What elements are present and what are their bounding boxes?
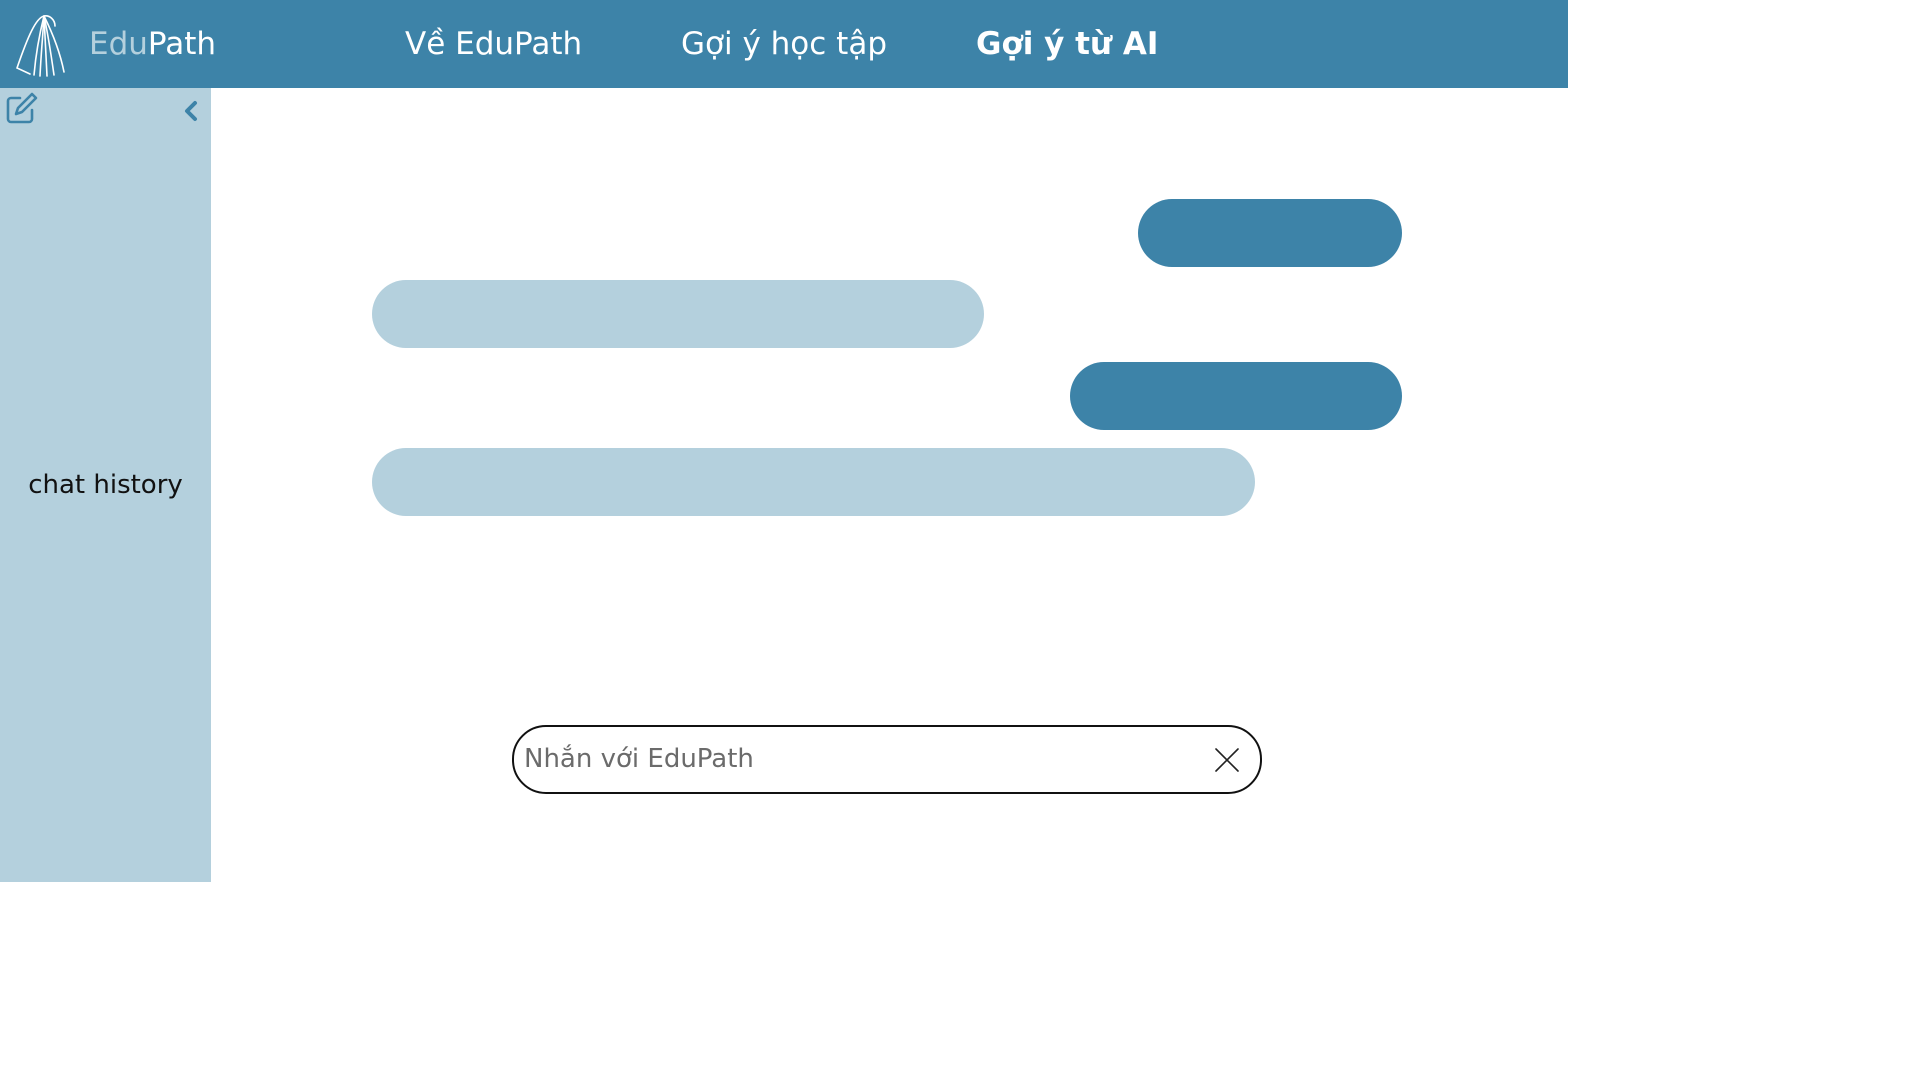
- user-message-bubble: [1138, 199, 1402, 267]
- user-message-bubble: [1070, 362, 1402, 430]
- top-nav-bar: EduPath Về EduPath Gợi ý học tập Gợi ý t…: [0, 0, 1568, 88]
- nav-goi-y-tu-ai[interactable]: Gợi ý từ AI: [976, 22, 1158, 66]
- message-composer: [512, 725, 1262, 794]
- chat-history-label[interactable]: chat history: [0, 468, 211, 502]
- nav-ve-edupath[interactable]: Về EduPath: [405, 22, 582, 66]
- edit-icon[interactable]: [4, 90, 40, 126]
- chat-sidebar: chat history: [0, 88, 211, 882]
- message-input[interactable]: [524, 735, 1194, 783]
- chevron-left-icon[interactable]: [178, 98, 204, 124]
- brand-part-edu: Edu: [89, 26, 148, 62]
- assistant-message-bubble: [372, 280, 984, 348]
- close-icon[interactable]: [1214, 747, 1240, 773]
- nav-goi-y-hoc-tap[interactable]: Gợi ý học tập: [681, 22, 887, 66]
- brand-part-path: Path: [147, 26, 217, 62]
- logo-icon: [16, 15, 65, 77]
- brand-name[interactable]: EduPath: [89, 22, 216, 66]
- assistant-message-bubble: [372, 448, 1255, 516]
